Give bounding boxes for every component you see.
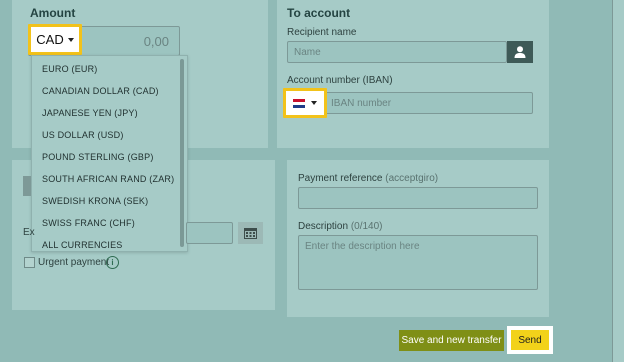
currency-option[interactable]: SOUTH AFRICAN RAND (ZAR)	[42, 174, 174, 184]
urgent-payment-label: Urgent payment	[38, 257, 110, 268]
currency-option[interactable]: CANADIAN DOLLAR (CAD)	[42, 86, 159, 96]
currency-option[interactable]: US DOLLAR (USD)	[42, 130, 124, 140]
currency-option[interactable]: JAPANESE YEN (JPY)	[42, 108, 138, 118]
currency-select[interactable]: CAD	[31, 27, 79, 52]
info-icon[interactable]: i	[106, 256, 119, 269]
execution-date-label: Ex	[23, 227, 35, 238]
currency-dropdown: EURO (EUR) CANADIAN DOLLAR (CAD) JAPANES…	[31, 55, 188, 252]
currency-select-value: CAD	[36, 32, 64, 47]
iban-placeholder: IBAN number	[331, 98, 392, 109]
urgent-payment-checkbox[interactable]	[24, 257, 35, 268]
description-count: (0/140)	[350, 221, 383, 232]
calendar-icon	[244, 228, 257, 239]
send-button[interactable]: Send	[511, 330, 549, 350]
save-and-new-transfer-button[interactable]: Save and new transfer	[399, 330, 504, 351]
contact-picker-button[interactable]	[507, 41, 533, 63]
chevron-down-icon	[311, 101, 317, 105]
to-account-card	[277, 0, 549, 148]
payment-reference-hint: (acceptgiro)	[385, 173, 439, 184]
recipient-label: Recipient name	[287, 27, 357, 38]
recipient-placeholder: Name	[294, 47, 321, 58]
currency-option[interactable]: SWISS FRANC (CHF)	[42, 218, 135, 228]
account-number-label: Account number (IBAN)	[287, 75, 393, 86]
date-input[interactable]	[186, 222, 233, 244]
payment-reference-text: Payment reference	[298, 173, 383, 184]
to-account-title: To account	[287, 6, 351, 20]
iban-input[interactable]: IBAN number	[324, 92, 533, 114]
amount-label: Amount	[30, 6, 76, 20]
payment-reference-label: Payment reference (acceptgiro)	[298, 173, 438, 184]
description-placeholder: Enter the description here	[305, 241, 420, 252]
recipient-name-input[interactable]: Name	[287, 41, 507, 63]
person-icon	[514, 46, 526, 58]
currency-option[interactable]: POUND STERLING (GBP)	[42, 152, 154, 162]
payment-reference-input[interactable]	[298, 187, 538, 209]
hidden-toggle-button[interactable]	[23, 176, 31, 196]
amount-value-placeholder: 0,00	[143, 34, 169, 49]
chevron-down-icon	[67, 37, 74, 42]
country-select[interactable]	[286, 91, 324, 115]
description-label: Description (0/140)	[298, 221, 383, 232]
currency-option[interactable]: SWEDISH KRONA (SEK)	[42, 196, 148, 206]
calendar-button[interactable]	[238, 222, 263, 244]
description-text: Description	[298, 221, 349, 232]
currency-option[interactable]: ALL CURRENCIES	[42, 240, 123, 250]
dropdown-scrollbar[interactable]	[180, 59, 184, 247]
netherlands-flag-icon	[293, 98, 305, 108]
right-edge-panel	[612, 0, 624, 362]
currency-option[interactable]: EURO (EUR)	[42, 64, 98, 74]
description-textarea[interactable]: Enter the description here	[298, 235, 538, 290]
